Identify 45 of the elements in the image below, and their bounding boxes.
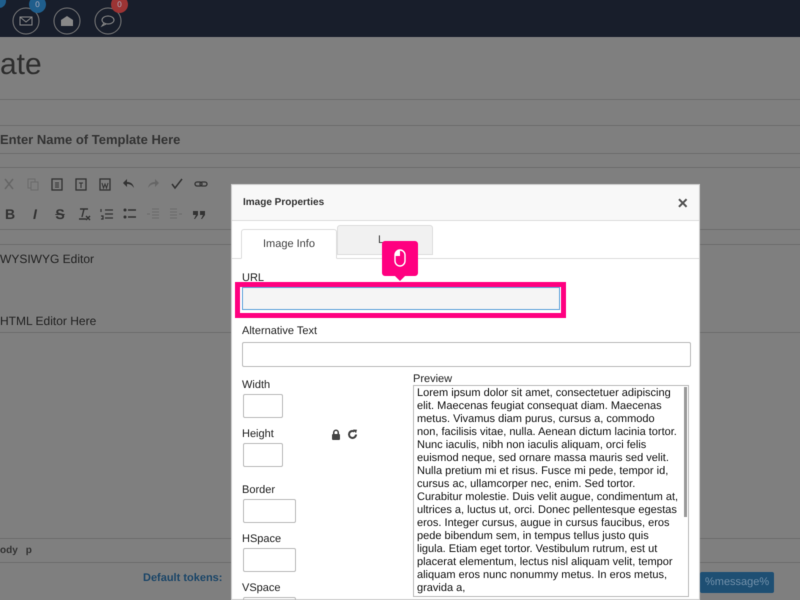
number-field[interactable] [243, 442, 283, 466]
format-button[interactable]: I [27, 204, 43, 224]
format-button[interactable]: B [2, 204, 18, 224]
paste-text-icon[interactable] [74, 176, 88, 190]
template-name-field[interactable]: Enter Name of Template Here [0, 130, 180, 150]
token-button[interactable]: %message% [700, 572, 774, 593]
field-label: Preview [413, 372, 454, 384]
format-button[interactable]: S [52, 204, 68, 224]
tab[interactable]: Image Info [241, 229, 337, 259]
field-label: Alternative Text [242, 324, 318, 339]
editor-text: WYSIWYG Editor [0, 251, 94, 268]
number-field[interactable] [243, 498, 296, 522]
editor-text: HTML Editor Here [0, 313, 96, 330]
number-field[interactable] [243, 548, 296, 572]
paste-word-icon[interactable] [98, 176, 112, 190]
notification-badge: 0 [29, 0, 46, 13]
field-label: URL [242, 271, 266, 285]
paste-icon[interactable] [50, 176, 64, 190]
bulleted-list-icon[interactable] [123, 207, 137, 221]
field-label: VSpace [242, 582, 282, 594]
field-label: Height [242, 428, 275, 440]
clear-format-icon[interactable] [77, 207, 91, 221]
page-heading: ate [0, 47, 43, 83]
tokens-label: Default tokens: [143, 571, 222, 586]
reset-icon[interactable] [347, 428, 358, 440]
mouse-icon [394, 249, 406, 267]
scrollbar[interactable] [684, 386, 687, 516]
tooltip [382, 241, 418, 281]
preview-text: Lorem ipsum dolor sit amet, consectetuer adipiscing elit. Maecenas feugiat consequat diam. Maecenas metus. Vivamus diam purus, cursus a, commodo non, facilisis vitae, nulla. Aenean dictum lacinia tortor. Nunc iaculis, nibh non iaculis aliquam, orci felis euismod neque, sed ornare massa mauris sed velit. Nulla pretium mi et risus. Fusce mi pede, tempor id, cursus ac, ullamcorper nec, enim. Sed tortor. Curabitur molestie. Duis velit augue, condimentum at, ultrices a, luctus ut, orci. Donec pellentesque egestas eros. Integer cursus, augue in cursus faucibus, eros pede bibendum sem, in tempus tellus justo quis ligula. Etiam eget tortor. Vestibulum rutrum, est ut placerat elementum, lectus nisl aliquam velit, tempor aliquam eros nunc nonummy metus. In eros metus, gravida a, [417, 386, 679, 594]
dialog-title: Image Properties [243, 196, 324, 210]
element-path-item[interactable]: p [26, 543, 32, 558]
spellcheck-icon[interactable] [170, 176, 184, 190]
alt-text-field[interactable] [242, 342, 691, 366]
notification-badge: 0 [111, 0, 128, 13]
field-label: Width [242, 378, 272, 392]
close-button[interactable]: × [677, 194, 688, 212]
numbered-list-icon[interactable] [100, 207, 114, 221]
url-field[interactable] [242, 287, 560, 310]
mail-icon[interactable] [12, 7, 40, 35]
element-path-item[interactable]: ody [0, 543, 18, 558]
number-field[interactable] [243, 394, 283, 418]
lock-icon[interactable] [331, 428, 342, 440]
chat-icon[interactable] [94, 7, 122, 35]
field-label: HSpace [242, 532, 282, 546]
field-label: Border [242, 484, 276, 496]
